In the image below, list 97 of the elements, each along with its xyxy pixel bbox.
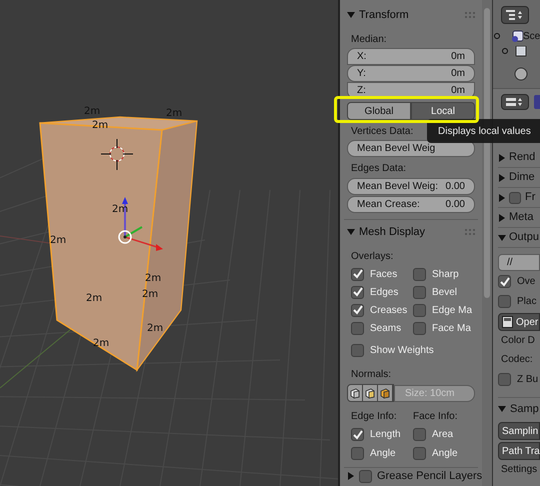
- properties-icon: [506, 97, 524, 107]
- box-mesh[interactable]: [39, 116, 198, 372]
- checkbox[interactable]: [351, 344, 364, 356]
- edge-length-label: 2m: [112, 204, 128, 215]
- checkbox[interactable]: [498, 275, 511, 288]
- toggle-button[interactable]: Local: [411, 102, 475, 120]
- edge-length-label: 2m: [92, 120, 108, 131]
- render-button[interactable]: Samplin: [498, 422, 540, 440]
- checkbox[interactable]: [351, 304, 364, 316]
- normals-toggle[interactable]: [348, 385, 363, 401]
- edge-length-label: 2m: [50, 235, 66, 246]
- checkbox[interactable]: [351, 268, 364, 280]
- checkbox[interactable]: [498, 295, 511, 308]
- checkbox-label: Face Ma: [432, 322, 471, 336]
- cube-icon: [366, 388, 374, 398]
- cube-icon: [380, 388, 390, 398]
- number-field[interactable]: Mean Bevel Weig: 0.00: [347, 178, 475, 195]
- section-label: Edges Data:: [350, 162, 406, 176]
- checkbox-label: Creases: [370, 304, 408, 318]
- checkbox[interactable]: [509, 192, 521, 204]
- expanded-triangle-icon: [498, 405, 506, 413]
- tree-item[interactable]: Sce: [523, 28, 540, 44]
- checkbox-label: Area: [432, 428, 454, 442]
- checkbox[interactable]: [351, 286, 364, 298]
- checkbox-label: Ove: [517, 275, 536, 289]
- checkbox[interactable]: [359, 470, 372, 482]
- scene-icon: [494, 30, 523, 42]
- checkbox[interactable]: [413, 268, 426, 280]
- checkbox-label: Angle: [432, 447, 458, 461]
- field-label: Color D: [500, 334, 536, 348]
- editor-type-button[interactable]: [501, 6, 529, 24]
- collapsed-triangle-icon: [347, 472, 355, 480]
- checkbox-label: Seams: [370, 322, 402, 336]
- checkbox-label: Sharp: [432, 268, 459, 282]
- section-label: Vertices Data:: [350, 125, 414, 139]
- checkbox-label: Angle: [370, 447, 396, 461]
- tooltip: Displays local values: [427, 119, 540, 143]
- render-button[interactable]: Path Tra: [498, 442, 540, 460]
- number-field[interactable]: Mean Crease: 0.00: [347, 196, 475, 213]
- editor-type-button[interactable]: [501, 94, 529, 110]
- edge-length-label: 2m: [145, 273, 162, 284]
- checkbox[interactable]: [413, 322, 426, 334]
- expanded-triangle-icon: [347, 228, 355, 236]
- number-field[interactable]: Mean Bevel Weig: [347, 140, 475, 157]
- checkbox[interactable]: [413, 447, 426, 460]
- panel-title[interactable]: Mesh Display: [359, 224, 465, 240]
- normals-toggle[interactable]: [378, 385, 393, 401]
- section-label: Overlays:: [350, 250, 394, 264]
- checkbox-label: Edge Ma: [432, 304, 472, 318]
- checkbox-label: Bevel: [432, 286, 458, 300]
- film-icon: [502, 316, 513, 328]
- render-button[interactable]: Oper: [498, 313, 540, 331]
- checkbox[interactable]: [351, 428, 364, 441]
- field-label: Codec:: [500, 353, 534, 367]
- panel-title[interactable]: Outpu: [509, 229, 539, 246]
- checkmark-icon: [500, 276, 510, 286]
- number-field[interactable]: Y: 0m: [347, 65, 475, 82]
- checkbox-label: Show Weights: [370, 344, 434, 358]
- section-label: Normals:: [350, 368, 392, 382]
- expanded-triangle-icon: [347, 11, 355, 19]
- checkbox[interactable]: [351, 322, 364, 334]
- checkbox[interactable]: [498, 373, 511, 386]
- section-label: Face Info:: [413, 410, 458, 424]
- grip-icon: [465, 12, 475, 18]
- cursor-icon: [100, 138, 134, 170]
- panel-title[interactable]: Samp: [510, 400, 539, 418]
- edge-length-label: 2m: [142, 289, 158, 300]
- field-label: Settings: [500, 463, 538, 477]
- checkbox-label: Edges: [370, 286, 398, 300]
- checkbox[interactable]: [413, 428, 426, 441]
- panel-title[interactable]: Transform: [359, 6, 465, 24]
- checkbox[interactable]: [351, 447, 364, 460]
- checkmark-icon: [352, 430, 362, 440]
- cube-icon: [350, 388, 360, 398]
- checkbox[interactable]: [413, 286, 426, 298]
- panel-title[interactable]: Dime: [509, 169, 535, 186]
- panel-title[interactable]: Meta: [509, 209, 534, 226]
- list-icon: [506, 10, 524, 20]
- edge-length-label: 2m: [86, 293, 102, 304]
- section-label: Median:: [350, 33, 387, 47]
- checkbox-label: Faces: [370, 268, 398, 282]
- path-field[interactable]: //: [498, 254, 540, 271]
- checkbox[interactable]: [413, 304, 426, 316]
- checkbox-label: Length: [370, 428, 401, 442]
- panel-title[interactable]: Grease Pencil Layers: [377, 468, 482, 484]
- edge-length-label: 2m: [147, 323, 164, 334]
- checkbox-label: Z Bu: [517, 373, 538, 387]
- toggle-button[interactable]: Global: [347, 102, 411, 120]
- section-label: Edge Info:: [351, 410, 398, 424]
- number-field[interactable]: X: 0m: [347, 48, 475, 65]
- tree-icon: [502, 46, 528, 80]
- normals-toggle[interactable]: [363, 385, 378, 401]
- panel-title[interactable]: Rend: [509, 149, 536, 166]
- checkbox-label: Plac: [517, 295, 536, 309]
- grip-icon: [465, 229, 475, 235]
- edge-length-label: 2m: [93, 338, 110, 349]
- panel-title[interactable]: Fr: [525, 189, 536, 206]
